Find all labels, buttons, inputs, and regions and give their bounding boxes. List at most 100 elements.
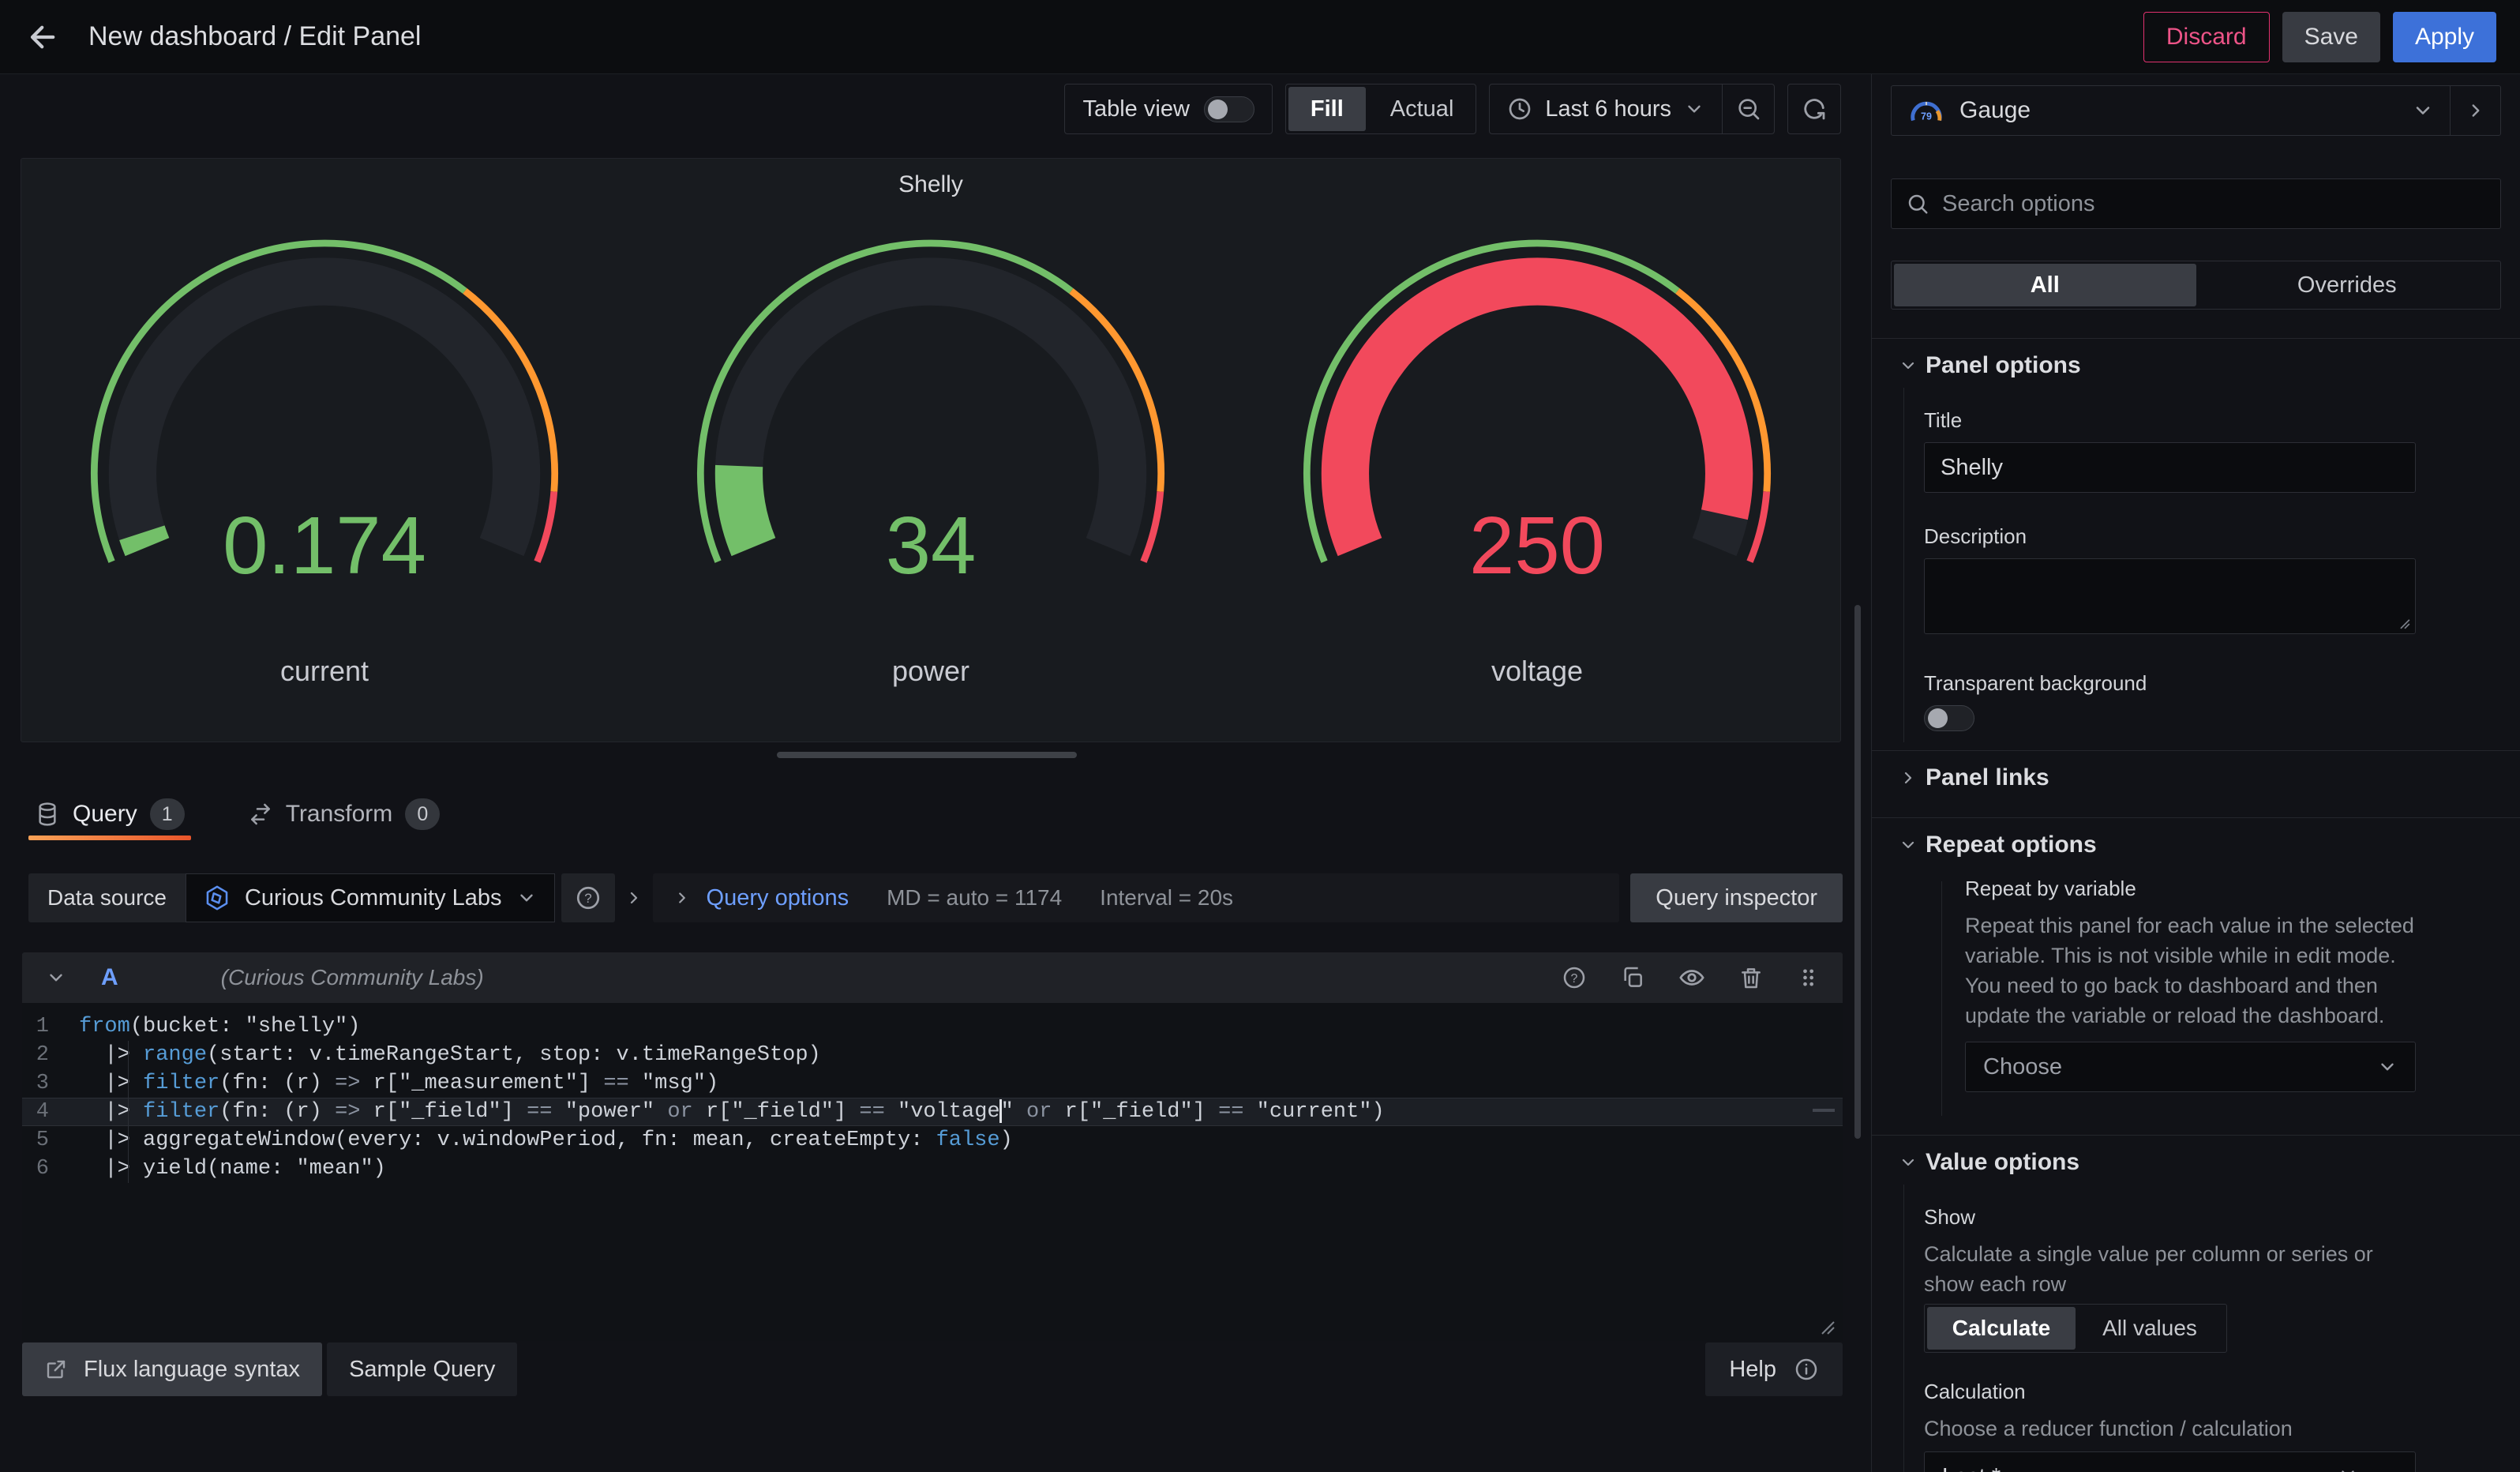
sample-query-button[interactable]: Sample Query (327, 1342, 517, 1396)
section-value-options: Value options Show Calculate a single va… (1872, 1135, 2520, 1472)
line-content: |> filter(fn: (r) => r["_measurement"] =… (79, 1069, 718, 1098)
code-line-4[interactable]: 4 |> filter(fn: (r) => r["_field"] == "p… (22, 1098, 1843, 1126)
panel-title: Shelly (21, 159, 1840, 198)
query-footer: Flux language syntax Sample Query Help (22, 1342, 1843, 1396)
query-options-toggle[interactable]: Query options (673, 885, 849, 911)
top-bar: New dashboard / Edit Panel Discard Save … (0, 0, 2520, 74)
svg-text:?: ? (584, 891, 591, 906)
svg-text:?: ? (1571, 972, 1578, 986)
chevron-right-icon (673, 889, 691, 907)
flux-syntax-button[interactable]: Flux language syntax (22, 1342, 322, 1396)
chevron-down-icon (1894, 356, 1922, 375)
section-title: Value options (1926, 1149, 2079, 1176)
chevron-down-icon (1894, 836, 1922, 854)
delete-query-trash-icon[interactable] (1738, 965, 1764, 990)
chevron-down-icon (516, 888, 537, 908)
interval: Interval = 20s (1100, 885, 1233, 911)
search-icon (1906, 192, 1929, 216)
zoom-out-time-button[interactable] (1722, 84, 1774, 133)
fill-option[interactable]: Fill (1288, 87, 1366, 131)
flux-code-editor[interactable]: 1from(bucket: "shelly")2 |> range(start:… (22, 1003, 1843, 1341)
transform-icon (248, 802, 273, 827)
clear-x-icon[interactable] (2338, 1466, 2358, 1472)
repeat-variable-select[interactable]: Choose (1965, 1042, 2416, 1092)
drag-grip-icon[interactable] (1797, 965, 1819, 990)
scrollbar-thumb[interactable] (1854, 605, 1861, 1139)
chevron-right-icon (1894, 768, 1922, 787)
apply-button[interactable]: Apply (2393, 12, 2496, 62)
chevron-down-icon (2377, 1057, 2398, 1077)
grafana-edit-panel: { "header": { "breadcrumb": "New dashboa… (0, 0, 2520, 1472)
chevron-down-icon (1894, 1153, 1922, 1172)
hide-query-eye-icon[interactable] (1678, 964, 1705, 991)
code-line-3[interactable]: 3 |> filter(fn: (r) => r["_measurement"]… (22, 1069, 1843, 1098)
question-circle-icon: ? (575, 884, 602, 911)
editor-resize-icon[interactable] (1819, 1319, 1836, 1336)
query-header[interactable]: A (Curious Community Labs) ? (22, 952, 1843, 1003)
code-line-6[interactable]: 6 |> yield(name: "mean") (22, 1155, 1843, 1183)
line-number: 3 (22, 1069, 79, 1098)
panel-preview[interactable]: Shelly 0.174current34power250voltage (21, 158, 1841, 742)
visualization-select[interactable]: 79 Gauge (1892, 97, 2450, 124)
repeat-description: Repeat this panel for each value in the … (1965, 911, 2416, 1031)
datasource-help-button[interactable]: ? (561, 873, 615, 922)
panel-links-header[interactable]: Panel links (1872, 757, 2520, 798)
zoom-out-icon (1736, 96, 1761, 122)
tab-overrides[interactable]: Overrides (2196, 264, 2499, 306)
query-help-icon[interactable]: ? (1562, 965, 1587, 990)
table-view-group: Table view (1064, 84, 1272, 134)
section-title: Panel options (1926, 352, 2081, 379)
toggle-knob (1208, 100, 1228, 119)
datasource-name: Curious Community Labs (245, 885, 502, 911)
code-line-2[interactable]: 2 |> range(start: v.timeRangeStart, stop… (22, 1041, 1843, 1069)
options-search (1891, 178, 2501, 229)
discard-button[interactable]: Discard (2143, 12, 2270, 62)
back-arrow-icon[interactable] (27, 21, 60, 54)
pane-resize-handle[interactable] (777, 752, 1077, 758)
gauge-current: 0.174current (21, 205, 628, 688)
datasource-label: Data source (28, 873, 186, 922)
time-range-picker[interactable]: Last 6 hours (1490, 84, 1722, 133)
actual-option[interactable]: Actual (1368, 84, 1476, 133)
description-textarea[interactable] (1924, 558, 2416, 634)
collapse-options-button[interactable] (2450, 86, 2500, 135)
table-view-toggle[interactable] (1204, 96, 1254, 122)
time-range-group: Last 6 hours (1489, 84, 1775, 134)
tab-transform[interactable]: Transform 0 (242, 790, 447, 839)
transparent-bg-toggle[interactable] (1924, 705, 1974, 731)
search-options-input[interactable] (1942, 191, 2486, 217)
repeat-options-header[interactable]: Repeat options (1872, 824, 2520, 866)
code-line-1[interactable]: 1from(bucket: "shelly") (22, 1012, 1843, 1041)
datasource-picker[interactable]: Curious Community Labs (186, 873, 555, 922)
influxdb-icon (204, 884, 231, 911)
visualization-picker: 79 Gauge (1891, 85, 2501, 136)
duplicate-query-icon[interactable] (1620, 965, 1645, 990)
save-button[interactable]: Save (2282, 12, 2380, 62)
textarea-resize-icon[interactable] (2398, 618, 2411, 630)
breadcrumb: New dashboard / Edit Panel (88, 21, 421, 52)
gauge-label: voltage (1491, 655, 1583, 688)
value-options-header[interactable]: Value options (1872, 1142, 2520, 1183)
database-icon (35, 802, 60, 827)
line-content: |> range(start: v.timeRangeStart, stop: … (79, 1041, 821, 1069)
gauge-value: 250 (1469, 500, 1605, 591)
panel-title-input[interactable] (1924, 442, 2416, 493)
refresh-button[interactable] (1787, 84, 1841, 134)
toggle-knob (1928, 708, 1948, 728)
calculate-option[interactable]: Calculate (1927, 1307, 2076, 1350)
transform-count-badge: 0 (405, 798, 440, 830)
query-inspector-button[interactable]: Query inspector (1630, 873, 1843, 922)
tab-all[interactable]: All (1894, 264, 2196, 306)
calculation-select[interactable]: Last * (1924, 1451, 2416, 1472)
transparent-bg-label: Transparent background (1924, 671, 2416, 696)
expand-chevron[interactable] (615, 873, 653, 922)
title-field-label: Title (1924, 408, 2416, 433)
gauge-label: power (892, 655, 969, 688)
fill-actual-group: Fill Actual (1285, 84, 1477, 134)
code-line-5[interactable]: 5 |> aggregateWindow(every: v.windowPeri… (22, 1126, 1843, 1155)
tab-query[interactable]: Query 1 (28, 790, 191, 839)
panel-options-header[interactable]: Panel options (1872, 345, 2520, 386)
all-values-option[interactable]: All values (2076, 1307, 2224, 1350)
calculation-description: Choose a reducer function / calculation (1924, 1414, 2416, 1444)
help-button[interactable]: Help (1705, 1342, 1843, 1396)
